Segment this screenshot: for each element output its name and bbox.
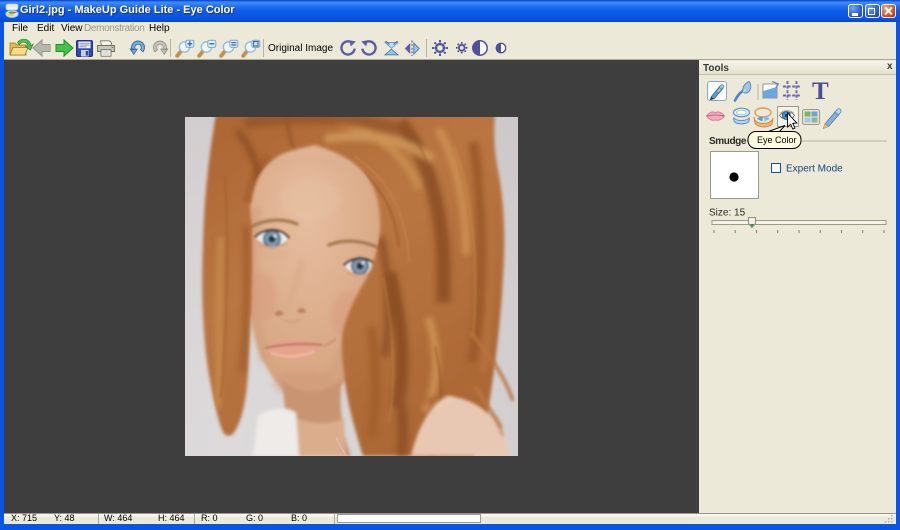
svg-text:Expert Mode: Expert Mode	[786, 164, 843, 175]
svg-text:Smudge: Smudge	[709, 136, 747, 147]
svg-text:Eye Color: Eye Color	[757, 135, 797, 145]
svg-text:T: T	[812, 78, 829, 105]
svg-text:Size: 15: Size: 15	[709, 208, 746, 219]
